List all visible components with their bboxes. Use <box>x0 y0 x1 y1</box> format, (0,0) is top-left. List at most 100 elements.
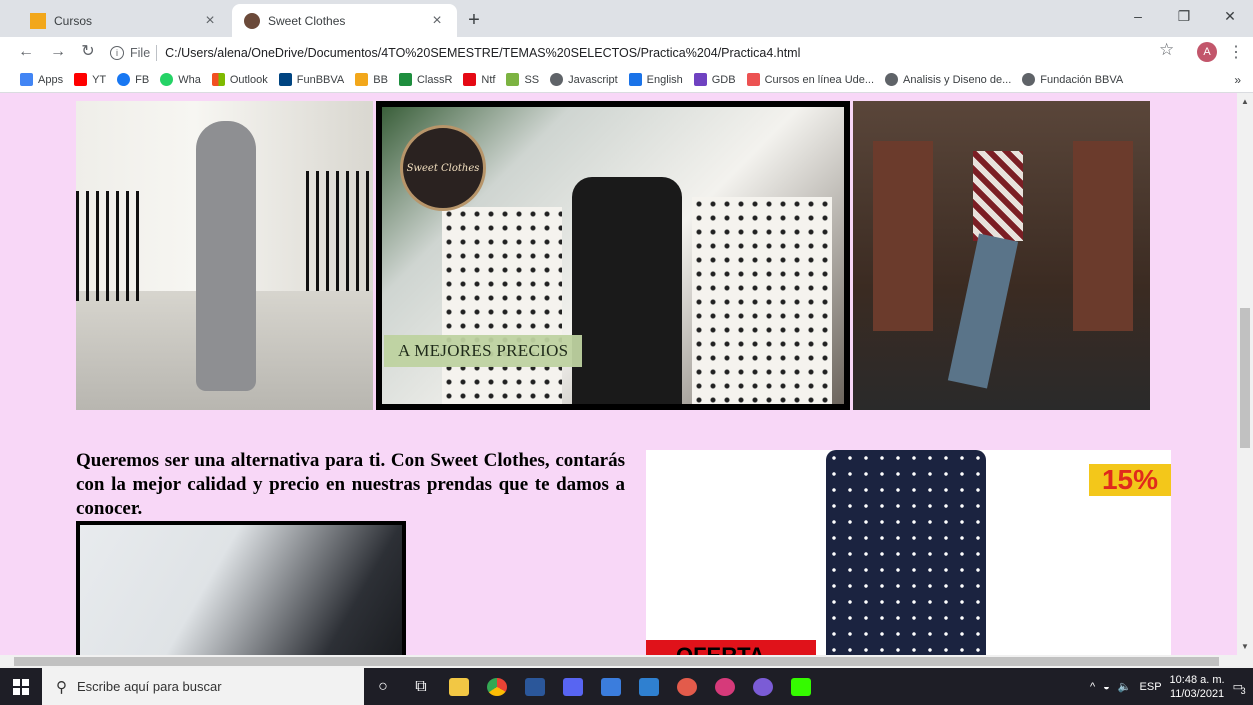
bookmark-label: Javascript <box>568 73 618 86</box>
tab-cursos[interactable]: Cursos × <box>18 4 230 37</box>
gallery-photo-tram-model <box>853 101 1150 410</box>
clock-date: 11/03/2021 <box>1169 687 1225 700</box>
facebook-icon <box>117 73 131 86</box>
bookmark-funbbva[interactable]: FunBBVA <box>278 73 344 86</box>
english-icon <box>628 73 642 86</box>
volume-icon[interactable]: 🔈 <box>1118 680 1132 693</box>
bookmark-bb[interactable]: BB <box>355 73 388 86</box>
profile-avatar[interactable]: A <box>1197 42 1217 62</box>
scrollbar-thumb[interactable] <box>1240 308 1250 448</box>
tab-strip: Cursos × Sweet Clothes × + – ❐ ✕ <box>0 0 1253 37</box>
bookmarks-overflow-icon[interactable]: » <box>1234 73 1241 87</box>
whatsapp-icon <box>160 73 174 86</box>
bookmark-analisis[interactable]: Analisis y Diseno de... <box>885 73 1011 86</box>
taskbar-search-input[interactable]: ⚲ Escribe aquí para buscar <box>42 668 364 705</box>
close-icon[interactable]: × <box>202 12 218 30</box>
offer-panel[interactable]: 15% OFERTA <box>646 450 1171 655</box>
globe-icon <box>885 73 899 86</box>
forward-arrow-icon[interactable]: → <box>46 40 70 64</box>
task-view-icon[interactable]: ⧉ <box>402 668 440 705</box>
tab-title: Sweet Clothes <box>268 13 346 28</box>
notification-count: 3 <box>1240 686 1246 696</box>
file-explorer-icon[interactable] <box>440 668 478 705</box>
discount-badge: 15% <box>1089 464 1171 496</box>
chevron-up-icon[interactable]: ^ <box>1090 681 1095 693</box>
bookmark-classr[interactable]: ClassR <box>398 73 453 86</box>
netflix-icon <box>463 73 477 86</box>
info-icon[interactable]: i <box>110 46 124 60</box>
bookmark-outlook[interactable]: Outlook <box>211 73 268 86</box>
close-window-icon[interactable]: ✕ <box>1207 0 1253 32</box>
scroll-down-icon[interactable]: ▼ <box>1241 642 1249 651</box>
bookmark-label: SS <box>524 73 540 86</box>
horizontal-scrollbar[interactable] <box>0 655 1253 668</box>
windows-taskbar: ⚲ Escribe aquí para buscar ○ ⧉ ^ ◒ 🔈 ESP… <box>0 668 1253 705</box>
bookmark-yt[interactable]: YT <box>74 73 106 86</box>
reload-icon[interactable]: ↻ <box>76 40 100 64</box>
youtube-icon <box>74 73 88 86</box>
close-icon[interactable]: × <box>429 12 445 30</box>
scrollbar-thumb[interactable] <box>14 657 1219 666</box>
globe-icon <box>1022 73 1036 86</box>
bookmark-javascript[interactable]: Javascript <box>550 73 618 86</box>
white-hoodie-image <box>80 525 402 655</box>
bookmark-label: ClassR <box>416 73 453 86</box>
tab-sweet-clothes[interactable]: Sweet Clothes × <box>232 4 457 37</box>
clothing-rack-image: Sweet Clothes A MEJORES PRECIOS <box>382 107 844 404</box>
divider <box>156 45 158 61</box>
3d-cube-icon[interactable] <box>592 668 630 705</box>
word-icon[interactable] <box>516 668 554 705</box>
bookmark-label: Apps <box>38 73 64 86</box>
gallery-photo-street-outfit <box>76 101 373 410</box>
bookmark-label: English <box>646 73 683 86</box>
restore-icon[interactable]: ❐ <box>1161 0 1207 32</box>
bookmark-gdb[interactable]: GDB <box>693 73 736 86</box>
bookmark-ss[interactable]: SS <box>506 73 539 86</box>
bookmark-star-icon[interactable]: ☆ <box>1159 40 1174 60</box>
bookmark-fundacion-bbva[interactable]: Fundación BBVA <box>1022 73 1123 86</box>
bookmark-fb[interactable]: FB <box>117 73 149 86</box>
address-bar[interactable]: i File C:/Users/alena/OneDrive/Documento… <box>110 42 1180 64</box>
sweet-clothes-logo: Sweet Clothes <box>400 125 486 211</box>
bookmark-udemy[interactable]: Cursos en línea Ude... <box>746 73 875 86</box>
vertical-scrollbar[interactable]: ▲ ▼ <box>1237 93 1253 655</box>
gdb-icon <box>693 73 707 86</box>
cursos-favicon-icon <box>30 12 46 29</box>
search-icon: ⚲ <box>56 678 67 696</box>
logo-text: Sweet Clothes <box>406 162 480 174</box>
scheme-label: File <box>130 46 151 60</box>
chrome-icon[interactable] <box>478 668 516 705</box>
circle-app-icon[interactable] <box>744 668 782 705</box>
language-indicator[interactable]: ESP <box>1140 681 1162 693</box>
scroll-up-icon[interactable]: ▲ <box>1241 97 1249 106</box>
bookmark-label: Wha <box>178 73 201 86</box>
clock[interactable]: 10:48 a. m. 11/03/2021 <box>1170 673 1225 701</box>
udemy-icon <box>746 73 760 86</box>
bookmark-label: Outlook <box>229 73 268 86</box>
bookmark-english[interactable]: English <box>628 73 683 86</box>
page-content: Sweet Clothes A MEJORES PRECIOS Queremos… <box>0 93 1237 655</box>
notifications-icon[interactable]: ▭ 3 <box>1233 680 1246 696</box>
game-icon[interactable] <box>668 668 706 705</box>
bookmark-label: Cursos en línea Ude... <box>764 73 875 86</box>
url-text[interactable]: C:/Users/alena/OneDrive/Documentos/4TO%2… <box>165 46 800 60</box>
globe-icon <box>550 73 564 86</box>
mail-icon[interactable] <box>630 668 668 705</box>
cortana-icon[interactable]: ○ <box>364 668 402 705</box>
media-icon[interactable] <box>706 668 744 705</box>
funbbva-icon <box>278 73 292 86</box>
menu-kebab-icon[interactable]: ⋮ <box>1228 42 1244 62</box>
ss-icon <box>506 73 520 86</box>
windows-start-icon[interactable] <box>0 668 42 705</box>
discord-icon[interactable] <box>554 668 592 705</box>
bookmark-wha[interactable]: Wha <box>160 73 201 86</box>
bookmark-label: GDB <box>711 73 736 86</box>
bookmark-ntf[interactable]: Ntf <box>463 73 495 86</box>
minimize-icon[interactable]: – <box>1115 0 1161 32</box>
network-icon[interactable]: ◒ <box>1103 681 1110 693</box>
plus-icon[interactable]: + <box>460 7 488 35</box>
clock-time: 10:48 a. m. <box>1169 673 1225 686</box>
back-arrow-icon[interactable]: ← <box>14 40 38 64</box>
dreamweaver-icon[interactable] <box>782 668 820 705</box>
bookmark-apps[interactable]: Apps <box>20 73 63 86</box>
